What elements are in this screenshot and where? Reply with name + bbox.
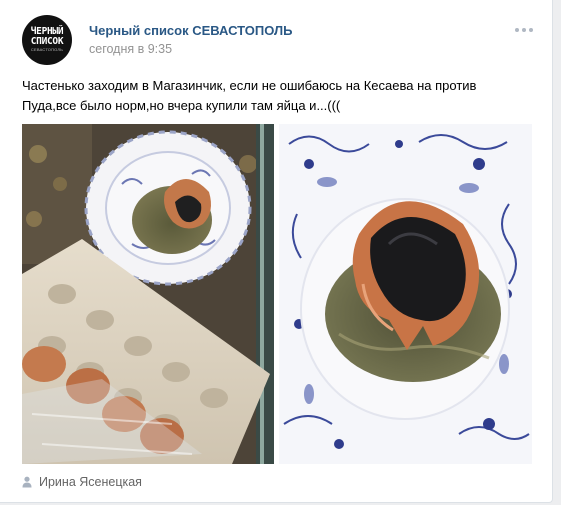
egg-plate-tray-image	[22, 124, 274, 464]
post-time-link[interactable]: сегодня в 9:35	[89, 42, 172, 56]
user-icon	[22, 476, 32, 488]
post-card: ЧЕРНЫЙ СПИСОК СЕВАСТОПОЛЬ Черный список …	[0, 0, 553, 503]
avatar-text-line2: СПИСОК	[30, 36, 64, 47]
post-signer[interactable]: Ирина Ясенецкая	[22, 475, 142, 489]
post-text: Частенько заходим в Магазинчик, если не …	[22, 78, 477, 113]
post-author-link[interactable]: Черный список СЕВАСТОПОЛЬ	[89, 23, 292, 38]
broken-egg-closeup-image	[279, 124, 532, 464]
group-avatar[interactable]: ЧЕРНЫЙ СПИСОК СЕВАСТОПОЛЬ	[22, 15, 72, 65]
signer-name: Ирина Ясенецкая	[39, 475, 142, 489]
post-photo-1[interactable]	[22, 124, 274, 464]
more-dots-icon[interactable]	[515, 28, 533, 32]
post-photo-2[interactable]	[279, 124, 532, 464]
avatar-text-line3: СЕВАСТОПОЛЬ	[30, 47, 64, 52]
